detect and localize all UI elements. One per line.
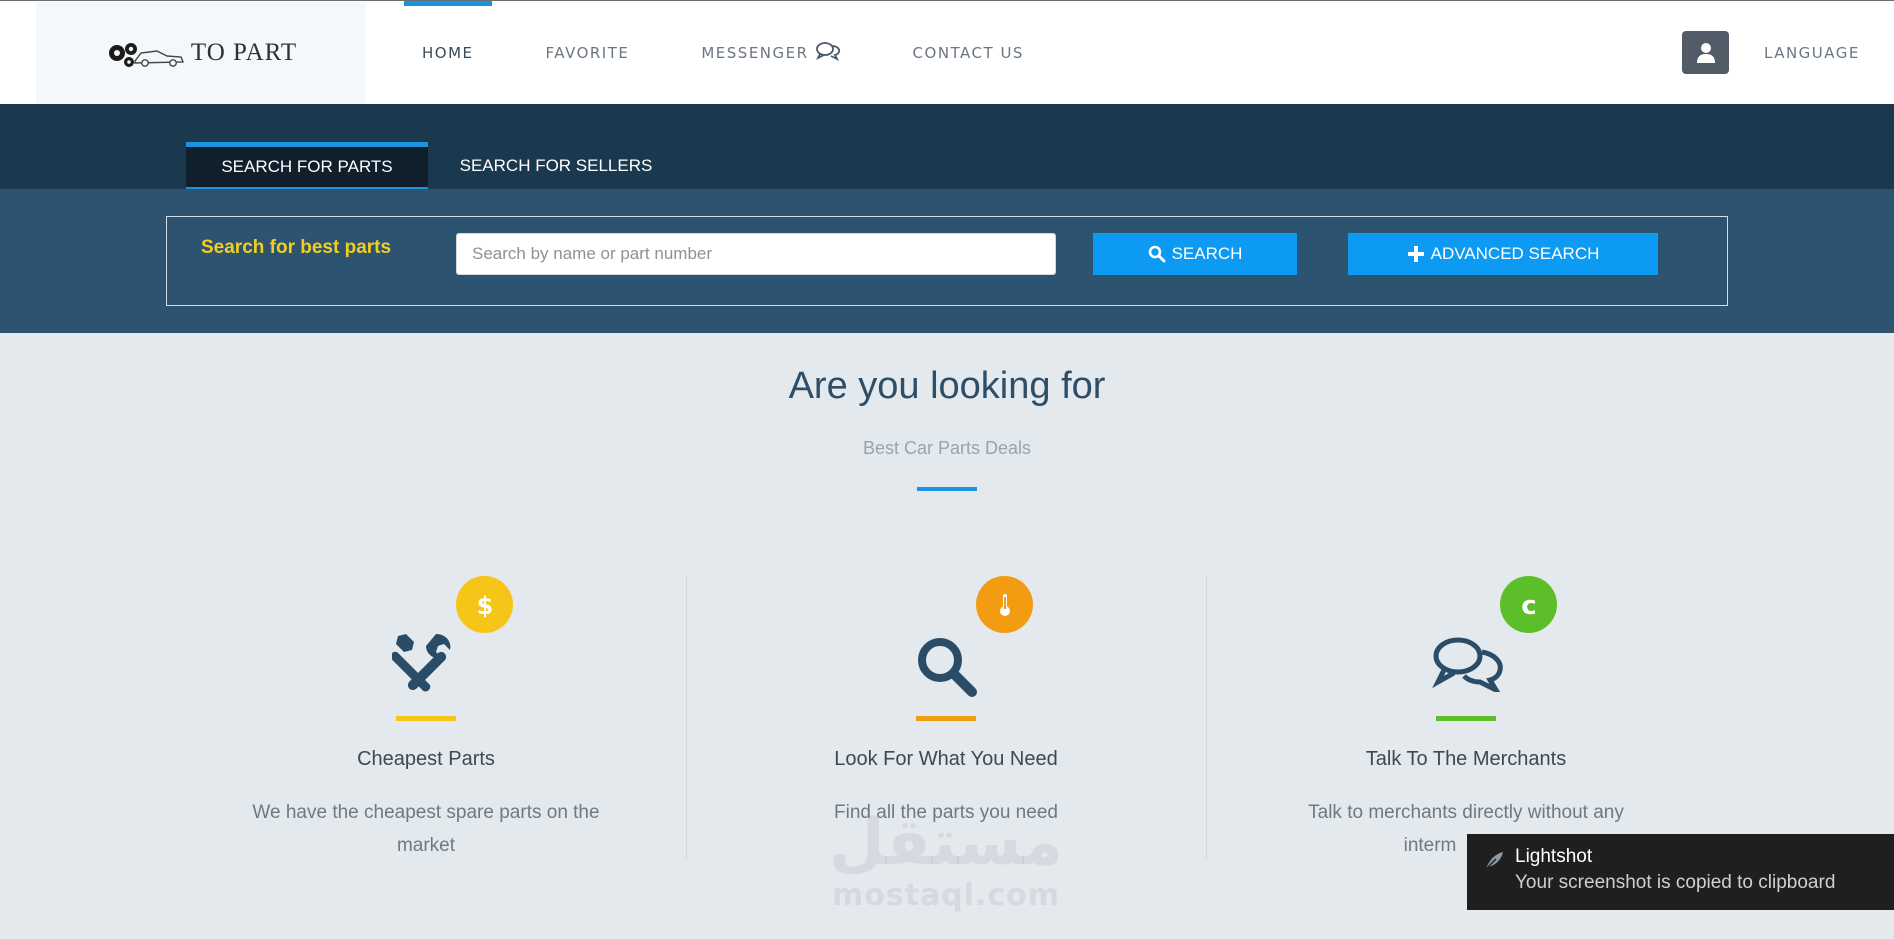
- c-badge-icon: c: [1500, 576, 1557, 633]
- plus-icon: [1407, 245, 1425, 263]
- brand-name: TO PART: [190, 39, 298, 66]
- search-input[interactable]: [456, 233, 1056, 275]
- advanced-search-label: ADVANCED SEARCH: [1430, 244, 1600, 263]
- feature-desc-line: Talk to merchants directly without any: [1308, 802, 1624, 823]
- feather-icon: [1483, 850, 1505, 877]
- search-label: Search for best parts: [201, 237, 392, 258]
- column-divider: [1206, 576, 1207, 860]
- search-band: Search for best parts SEARCH ADVANCED SE…: [0, 189, 1894, 333]
- dollar-sign: $: [476, 592, 493, 620]
- dollar-badge-icon: $: [456, 576, 513, 633]
- user-icon: [1696, 42, 1715, 63]
- watermark: مستقل mostaql.com: [826, 808, 1066, 914]
- main-nav: HOME FAVORITE MESSENGER CONTACT US: [404, 1, 1078, 105]
- language-selector[interactable]: LANGUAGE: [1764, 1, 1860, 105]
- toast-title: Lightshot: [1515, 846, 1593, 867]
- search-tabs-band: SEARCH FOR PARTS SEARCH FOR SELLERS: [0, 104, 1894, 189]
- tab-search-parts[interactable]: SEARCH FOR PARTS: [186, 142, 428, 189]
- search-button-label: SEARCH: [1171, 244, 1243, 263]
- feature-description: We have the cheapest spare parts on the …: [216, 796, 636, 862]
- feature-desc-line: We have the cheapest spare parts on the: [252, 802, 600, 823]
- nav-home-label: HOME: [422, 44, 474, 62]
- thermometer-badge-icon: [976, 576, 1033, 633]
- search-icon: [914, 634, 978, 703]
- nav-favorite[interactable]: FAVORITE: [528, 1, 648, 105]
- nav-favorite-label: FAVORITE: [545, 44, 630, 62]
- watermark-arabic: مستقل: [828, 806, 1064, 880]
- nav-messenger-label: MESSENGER: [701, 44, 809, 62]
- feature-title: Talk To The Merchants: [1365, 748, 1567, 770]
- magnifier-icon: [1148, 245, 1166, 263]
- section-subline: Best Car Parts Deals: [862, 438, 1032, 458]
- user-account-button[interactable]: [1682, 31, 1729, 74]
- nav-home[interactable]: HOME: [404, 1, 492, 105]
- feature-title: Look For What You Need: [834, 748, 1058, 770]
- chat-icon: [1432, 636, 1504, 697]
- toast-message: Your screenshot is copied to clipboard: [1515, 872, 1836, 893]
- nav-messenger[interactable]: MESSENGER: [683, 1, 858, 105]
- feature-accent-line: [916, 716, 976, 721]
- tools-icon: [390, 632, 456, 703]
- feature-accent-line: [1436, 716, 1496, 721]
- top-navbar: TO PART HOME FAVORITE MESSENGER CONTACT …: [0, 0, 1894, 104]
- lightshot-toast[interactable]: Lightshot Your screenshot is copied to c…: [1467, 834, 1894, 910]
- feature-title: Cheapest Parts: [357, 748, 495, 770]
- column-divider: [686, 576, 687, 860]
- search-button[interactable]: SEARCH: [1093, 233, 1297, 275]
- headline-underline: [917, 487, 977, 491]
- section-headline: Are you looking for: [788, 365, 1106, 407]
- c-letter: c: [1521, 591, 1536, 620]
- brand-logo[interactable]: TO PART: [36, 2, 366, 104]
- nav-contact-label: CONTACT US: [912, 44, 1024, 62]
- feature-accent-line: [396, 716, 456, 721]
- advanced-search-button[interactable]: ADVANCED SEARCH: [1348, 233, 1658, 275]
- feature-desc-line: market: [396, 835, 456, 856]
- chat-bubbles-icon: [815, 41, 841, 65]
- gears-car-icon: [108, 43, 184, 67]
- tab-search-sellers[interactable]: SEARCH FOR SELLERS: [430, 142, 682, 189]
- search-panel: Search for best parts SEARCH ADVANCED SE…: [166, 216, 1728, 306]
- watermark-latin: mostaql.com: [831, 878, 1061, 913]
- nav-contact-us[interactable]: CONTACT US: [895, 1, 1042, 105]
